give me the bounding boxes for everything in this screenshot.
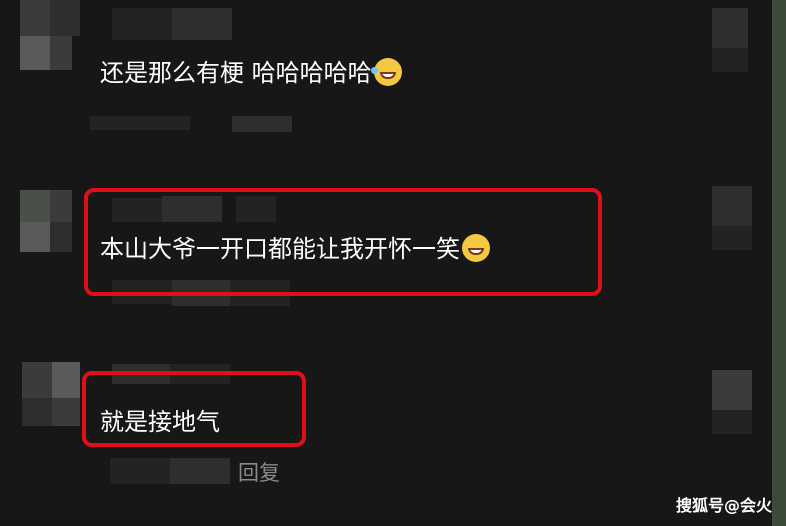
- comment-text: 还是那么有梗 哈哈哈哈哈: [100, 58, 402, 88]
- watermark: 搜狐号@会火: [675, 496, 772, 515]
- comment-text: 本山大爷一开口都能让我开怀一笑: [100, 234, 490, 264]
- comment-text: 就是接地气: [100, 407, 220, 437]
- right-edge-strip: [772, 0, 786, 526]
- comment-body: 就是接地气: [100, 408, 220, 436]
- reply-button[interactable]: 回复: [238, 457, 280, 487]
- grinning-emoji-icon: [462, 234, 490, 262]
- comment-body: 还是那么有梗 哈哈哈哈哈: [100, 59, 372, 87]
- comment-body: 本山大爷一开口都能让我开怀一笑: [100, 235, 460, 263]
- rolling-laughing-emoji-icon: [370, 58, 402, 86]
